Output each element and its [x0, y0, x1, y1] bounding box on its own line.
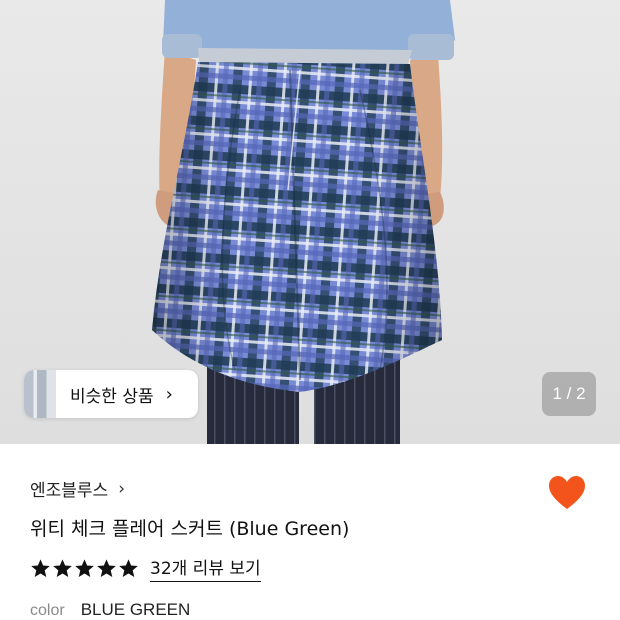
color-value: BLUE GREEN [80, 600, 191, 619]
product-info: 엔조블루스 › 위티 체크 플레어 스커트 (Blue Green) 32개 리… [0, 444, 620, 620]
product-title: 위티 체크 플레어 스커트 (Blue Green) [30, 518, 350, 540]
color-row: color BLUE GREEN [30, 600, 190, 620]
heart-icon [549, 476, 585, 509]
star-icon [53, 558, 72, 577]
similar-products-label: 비슷한 상품 [70, 386, 154, 407]
product-image[interactable]: 비슷한 상품 › 1 / 2 [0, 0, 620, 444]
star-icon [31, 558, 50, 577]
similar-products-thumbnail [24, 370, 56, 418]
chevron-right-icon: › [118, 478, 126, 499]
wishlist-button[interactable] [547, 474, 587, 512]
brand-link[interactable]: 엔조블루스 › [30, 476, 126, 502]
star-icon [119, 558, 138, 577]
star-icon [75, 558, 94, 577]
review-link[interactable]: 32개 리뷰 보기 [150, 554, 261, 582]
chevron-right-icon: › [165, 383, 173, 405]
star-rating [30, 558, 140, 579]
star-icon [97, 558, 116, 577]
brand-name: 엔조블루스 [30, 481, 109, 501]
rating-row: 32개 리뷰 보기 [30, 554, 261, 582]
image-page-counter: 1 / 2 [542, 372, 596, 416]
similar-products-button[interactable]: 비슷한 상품 › [24, 370, 198, 418]
color-label: color [30, 602, 65, 619]
